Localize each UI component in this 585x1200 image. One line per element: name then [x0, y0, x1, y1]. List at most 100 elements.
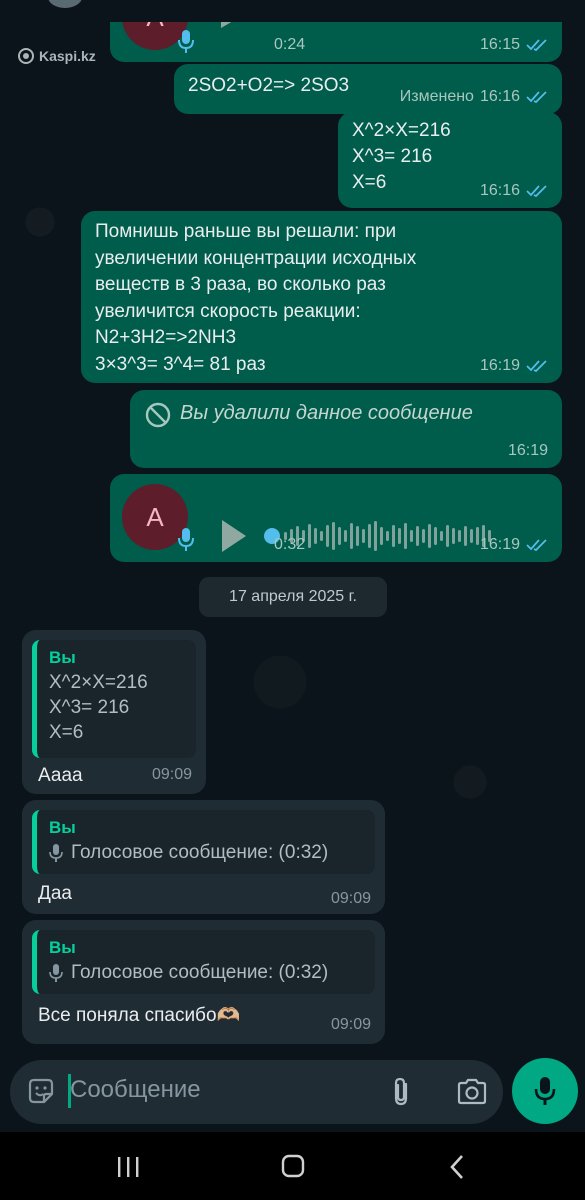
message-meta: 09:09: [331, 1016, 371, 1034]
waveform-bar: [470, 529, 473, 543]
waveform-bar: [314, 528, 317, 544]
watermark-text: Kaspi.kz: [39, 48, 96, 64]
message-time: 16:19: [479, 357, 520, 374]
waveform-bar: [350, 523, 353, 549]
message-text: Даа: [38, 883, 73, 904]
waveform-bar: [380, 527, 383, 545]
recent-apps-icon[interactable]: [110, 1152, 146, 1182]
waveform-bar: [338, 527, 341, 545]
quote-author: Вы: [49, 648, 76, 667]
message-text: Вы удалили данное сообщение: [180, 402, 473, 424]
outgoing-message[interactable]: X^2×X=216 X^3= 216 X=6 16:16: [338, 112, 562, 208]
message-time: 16:16: [479, 88, 520, 105]
message-meta: 09:09: [331, 890, 371, 908]
message-time: 16:15: [479, 36, 520, 53]
message-meta: 16:19: [508, 442, 548, 460]
mic-badge-icon: [178, 528, 194, 551]
paperclip-icon[interactable]: [390, 1076, 414, 1108]
quote-text: X^2×X=216 X^3= 216 X=6: [49, 672, 148, 743]
quote-voice-label: Голосовое сообщение: (0:32): [71, 962, 329, 983]
voice-duration: 0:32: [274, 536, 306, 553]
double-check-icon: [526, 91, 547, 104]
voice-message-top[interactable]: A 0:24 16:15: [110, 22, 562, 62]
outgoing-message[interactable]: 2SO2+O2=> 2SO3 Изменено 16:16: [174, 64, 562, 114]
incoming-message[interactable]: Вы Голосовое сообщение: (0:32) Все понял…: [22, 920, 385, 1044]
waveform-bar: [434, 527, 437, 545]
waveform-bar: [446, 525, 449, 547]
waveform-bar: [356, 526, 359, 546]
voice-record-button[interactable]: [512, 1058, 578, 1124]
message-time: 16:16: [479, 182, 520, 199]
waveform-bar: [428, 524, 431, 548]
double-check-icon: [526, 360, 547, 373]
waveform[interactable]: [284, 520, 491, 552]
message-meta: 16:16: [480, 182, 548, 200]
message-text: Помнишь раньше вы решали: при увеличении…: [95, 221, 417, 375]
voice-message[interactable]: A 0:32 16:19: [110, 474, 562, 562]
message-time: 09:09: [330, 890, 371, 907]
message-meta: 09:09: [152, 766, 192, 784]
home-icon[interactable]: [275, 1152, 311, 1182]
edited-label: Изменено: [399, 88, 474, 105]
waveform-bar: [416, 526, 419, 546]
message-time: 16:19: [479, 536, 520, 553]
waveform-bar: [452, 528, 455, 544]
quote-voice: Голосовое сообщение: (0:32): [49, 840, 363, 866]
message-composer[interactable]: Сообщение: [10, 1060, 503, 1124]
waveform-bar: [362, 529, 365, 543]
waveform-bar: [464, 526, 467, 546]
quote-author: Вы: [49, 818, 76, 837]
microphone-icon: [49, 964, 63, 982]
waveform-bar: [476, 527, 479, 545]
back-icon[interactable]: [440, 1152, 476, 1182]
incoming-message[interactable]: Вы Голосовое сообщение: (0:32) Даа 09:09: [22, 800, 385, 914]
message-time: 09:09: [330, 1016, 371, 1033]
quote-voice: Голосовое сообщение: (0:32): [49, 960, 363, 986]
outgoing-message[interactable]: Помнишь раньше вы решали: при увеличении…: [81, 211, 562, 383]
watermark: Kaspi.kz: [18, 48, 96, 64]
message-input[interactable]: Сообщение: [70, 1076, 201, 1104]
message-text: Все поняла спасибо🫶🏼: [38, 1005, 241, 1026]
waveform-bar: [440, 531, 443, 541]
camera-icon[interactable]: [456, 1077, 488, 1105]
reply-quote[interactable]: Вы X^2×X=216 X^3= 216 X=6: [32, 640, 196, 758]
contact-avatar-fragment: [48, 0, 82, 8]
play-icon[interactable]: [218, 22, 242, 28]
waveform-bar: [410, 530, 413, 542]
message-text: 2SO2+O2=> 2SO3: [188, 75, 350, 96]
waveform-bar: [344, 530, 347, 542]
waveform-bar: [422, 529, 425, 543]
system-navigation-bar: [0, 1132, 585, 1200]
deleted-message[interactable]: Вы удалили данное сообщение 16:19: [130, 390, 562, 468]
waveform-bar: [320, 531, 323, 541]
kaspi-logo-icon: [18, 48, 34, 64]
waveform-bar: [458, 530, 461, 542]
message-text: X^2×X=216 X^3= 216 X=6: [352, 120, 451, 193]
message-meta: 16:15: [480, 36, 548, 54]
double-check-icon: [526, 39, 547, 52]
message-time: 16:19: [507, 442, 548, 459]
microphone-icon: [49, 844, 63, 862]
status-bar: [0, 0, 585, 22]
waveform-bar: [368, 524, 371, 548]
reply-quote[interactable]: Вы Голосовое сообщение: (0:32): [32, 930, 375, 994]
sticker-smile-icon[interactable]: [26, 1076, 56, 1106]
waveform-bar: [392, 525, 395, 547]
voice-duration: 0:24: [274, 36, 306, 53]
message-meta: 16:19: [480, 357, 548, 375]
avatar-letter: A: [146, 501, 164, 532]
double-check-icon: [526, 185, 547, 198]
incoming-message[interactable]: Вы X^2×X=216 X^3= 216 X=6 Аааа 09:09: [22, 630, 206, 794]
mic-badge-icon: [178, 30, 194, 53]
message-meta: Изменено 16:16: [400, 88, 548, 106]
message-time: 09:09: [151, 766, 192, 783]
quote-author: Вы: [49, 938, 76, 957]
chat-area[interactable]: Kaspi.kz A 0:24 16:15 2SO2+O2=> 2SO3 Изм…: [0, 22, 585, 1132]
reply-quote[interactable]: Вы Голосовое сообщение: (0:32): [32, 810, 375, 874]
ban-icon: [145, 402, 171, 428]
waveform-bar: [308, 524, 311, 548]
waveform-bar: [398, 528, 401, 544]
message-meta: 16:19: [480, 536, 548, 554]
waveform-bar: [326, 525, 329, 547]
play-icon[interactable]: [220, 520, 248, 552]
